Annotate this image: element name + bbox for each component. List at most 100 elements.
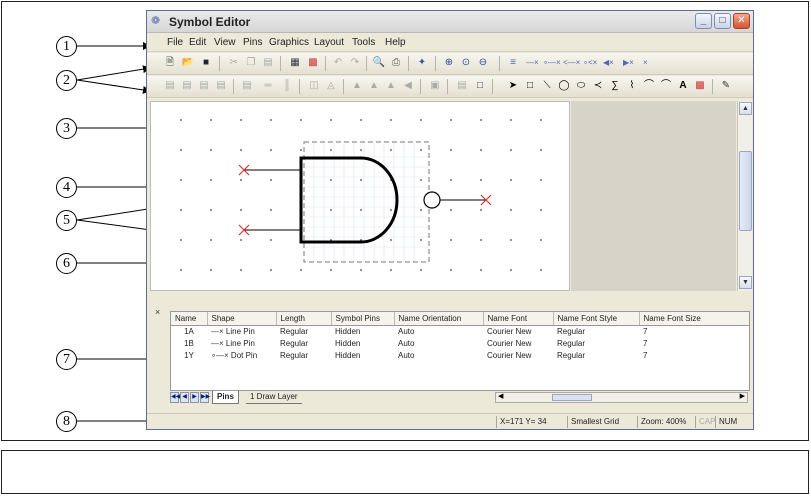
align-center-icon[interactable]: ▤ bbox=[197, 79, 211, 93]
output-wedge-pin-icon[interactable]: ▶× bbox=[623, 56, 634, 70]
menu-edit[interactable]: Edit bbox=[189, 37, 206, 48]
minimize-button[interactable]: _ bbox=[695, 13, 712, 29]
drawing-canvas[interactable] bbox=[150, 101, 570, 291]
space-vertical-icon[interactable]: ║ bbox=[280, 79, 294, 93]
column-header[interactable]: Length bbox=[276, 312, 332, 326]
table-cell[interactable]: 1A bbox=[171, 325, 207, 337]
column-header[interactable]: Symbol Pins bbox=[331, 312, 395, 326]
cut-icon[interactable]: ✂ bbox=[227, 56, 241, 70]
table-cell[interactable]: Regular bbox=[553, 349, 639, 361]
tab-pins[interactable]: Pins bbox=[212, 391, 239, 404]
paste-icon[interactable]: ▤ bbox=[261, 56, 275, 70]
close-button[interactable]: ✕ bbox=[733, 13, 750, 29]
table-cell[interactable]: 1Y bbox=[171, 349, 207, 361]
table-cell[interactable]: Hidden bbox=[331, 349, 394, 361]
next-tab-icon[interactable]: ▶ bbox=[190, 392, 199, 403]
quarter-arc-icon[interactable]: ⌒ bbox=[659, 79, 673, 93]
table-cell[interactable]: 7 bbox=[639, 349, 749, 361]
table-cell[interactable]: Courier New bbox=[483, 337, 553, 349]
dot-pin-icon[interactable]: ∘—× bbox=[543, 56, 561, 70]
first-tab-icon[interactable]: ◀◀ bbox=[170, 392, 180, 403]
print-icon[interactable]: ⎙ bbox=[389, 56, 403, 70]
title-bar[interactable]: ❁ Symbol Editor _ □ ✕ bbox=[147, 11, 753, 33]
table-cell[interactable]: ∘—× Dot Pin bbox=[207, 349, 276, 361]
table-cell[interactable]: —× Line Pin bbox=[207, 325, 276, 337]
align-bottom-icon[interactable]: ▤ bbox=[240, 79, 254, 93]
column-header[interactable]: Name Font bbox=[483, 312, 554, 326]
tab-draw-layer[interactable]: 1 Draw Layer bbox=[246, 391, 302, 404]
format-painter-icon[interactable]: ✎ bbox=[719, 79, 733, 93]
align-right-icon[interactable]: ▤ bbox=[180, 79, 194, 93]
send-to-back-icon[interactable]: ◬ bbox=[324, 79, 338, 93]
menu-layout[interactable]: Layout bbox=[314, 37, 344, 48]
pin-array-icon[interactable]: ≡ bbox=[506, 56, 520, 70]
open-icon[interactable]: 📂 bbox=[181, 56, 195, 70]
table-cell[interactable]: Regular bbox=[276, 349, 331, 361]
and-gate-body[interactable] bbox=[299, 156, 399, 244]
scroll-up-icon[interactable]: ▲ bbox=[739, 102, 752, 115]
text-icon[interactable]: A bbox=[676, 79, 690, 93]
rectangle-icon[interactable]: □ bbox=[523, 79, 537, 93]
rotate-right-icon[interactable]: ◀ bbox=[401, 79, 415, 93]
redo-icon[interactable]: ↷ bbox=[348, 56, 362, 70]
circle-icon[interactable]: ◯ bbox=[557, 79, 571, 93]
polygon-icon[interactable]: ∑ bbox=[608, 79, 622, 93]
column-header[interactable]: Name bbox=[171, 312, 208, 326]
half-arc-icon[interactable]: ⌒ bbox=[642, 79, 656, 93]
table-cell[interactable]: Regular bbox=[276, 325, 331, 337]
group-icon[interactable]: ▣ bbox=[428, 79, 442, 93]
table-cell[interactable]: Hidden bbox=[331, 325, 394, 337]
line-icon[interactable]: ⟍ bbox=[540, 79, 554, 93]
menu-pins[interactable]: Pins bbox=[243, 37, 262, 48]
new-icon[interactable]: 🗎 bbox=[163, 56, 177, 70]
table-cell[interactable]: Hidden bbox=[331, 337, 394, 349]
color-icon[interactable]: ▩ bbox=[306, 56, 320, 70]
flip-horizontal-icon[interactable]: ▲ bbox=[350, 79, 364, 93]
column-header[interactable]: Name Orientation bbox=[394, 312, 484, 326]
table-cell[interactable]: 1B bbox=[171, 337, 207, 349]
undo-icon[interactable]: ↶ bbox=[331, 56, 345, 70]
rotate-left-icon[interactable]: ▲ bbox=[384, 79, 398, 93]
resize-icon[interactable]: □ bbox=[473, 79, 487, 93]
table-cell[interactable]: Auto bbox=[394, 325, 483, 337]
table-cell[interactable]: Auto bbox=[394, 337, 483, 349]
table-cell[interactable]: 7 bbox=[639, 325, 749, 337]
table-row[interactable]: 1Y ∘—× Dot Pin Regular Hidden Auto Couri… bbox=[171, 349, 749, 361]
zoom-out-icon[interactable]: ⊖ bbox=[476, 56, 490, 70]
save-icon[interactable]: ■ bbox=[199, 56, 213, 70]
scroll-right-icon[interactable]: ▶ bbox=[740, 392, 745, 400]
table-cell[interactable]: Regular bbox=[553, 325, 639, 337]
image-icon[interactable]: ▩ bbox=[693, 79, 707, 93]
ellipse-icon[interactable]: ⬭ bbox=[574, 79, 588, 93]
bring-to-front-icon[interactable]: ◫ bbox=[307, 79, 321, 93]
scroll-left-icon[interactable]: ◀ bbox=[498, 392, 503, 400]
table-cell[interactable]: Courier New bbox=[483, 349, 553, 361]
wizard-icon[interactable]: ✦ bbox=[415, 56, 429, 70]
fit-to-grid-icon[interactable]: ▤ bbox=[455, 79, 469, 93]
flip-vertical-icon[interactable]: ▲ bbox=[367, 79, 381, 93]
copy-icon[interactable]: ❐ bbox=[244, 56, 258, 70]
print-preview-icon[interactable]: 🔍 bbox=[372, 56, 386, 70]
close-panel-icon[interactable]: × bbox=[155, 307, 160, 317]
zoom-in-icon[interactable]: ⊕ bbox=[442, 56, 456, 70]
zero-length-pin-icon[interactable]: × bbox=[643, 56, 648, 70]
clock-pin-icon[interactable]: <—× bbox=[563, 56, 580, 70]
menu-graphics[interactable]: Graphics bbox=[269, 37, 309, 48]
table-cell[interactable]: Regular bbox=[553, 337, 639, 349]
space-horizontal-icon[interactable]: ═ bbox=[261, 79, 275, 93]
arc-icon[interactable]: ⌇ bbox=[625, 79, 639, 93]
dot-clock-pin-icon[interactable]: ∘<× bbox=[583, 56, 597, 70]
table-cell[interactable]: —× Line Pin bbox=[207, 337, 276, 349]
scroll-down-icon[interactable]: ▼ bbox=[739, 276, 752, 289]
inversion-dot[interactable] bbox=[423, 191, 441, 209]
table-row[interactable]: 1A —× Line Pin Regular Hidden Auto Couri… bbox=[171, 325, 749, 337]
align-top-icon[interactable]: ▤ bbox=[214, 79, 228, 93]
menu-tools[interactable]: Tools bbox=[352, 37, 375, 48]
menu-file[interactable]: File bbox=[167, 37, 183, 48]
menu-help[interactable]: Help bbox=[385, 37, 406, 48]
column-header[interactable]: Name Font Style bbox=[553, 312, 640, 326]
column-header[interactable]: Shape bbox=[207, 312, 277, 326]
select-arrow-icon[interactable]: ➤ bbox=[506, 79, 520, 93]
maximize-button[interactable]: □ bbox=[714, 13, 731, 29]
align-left-icon[interactable]: ▤ bbox=[163, 79, 177, 93]
